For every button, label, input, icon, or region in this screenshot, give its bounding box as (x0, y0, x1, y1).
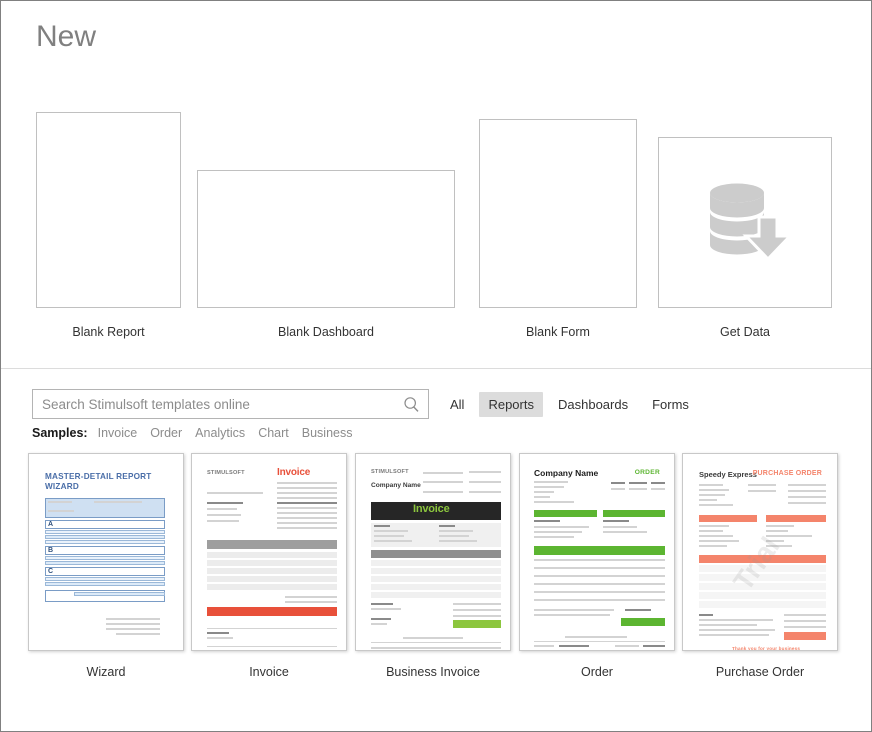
invoice-row (207, 552, 337, 558)
samples-label: Samples: (32, 426, 88, 440)
order-bill-to-header (534, 510, 597, 517)
new-card-label: Blank Report (72, 325, 145, 339)
invoice-logo: STIMULSOFT (207, 470, 245, 476)
template-thumbnail[interactable]: STIMULSOFT Company Name Invoice (355, 453, 511, 651)
sample-link-analytics[interactable]: Analytics (195, 426, 245, 440)
wizard-row (45, 582, 165, 586)
search-row: All Reports Dashboards Forms (1, 389, 871, 421)
template-thumbnail[interactable]: MASTER-DETAIL REPORT WIZARD A B C (28, 453, 184, 651)
invoice-heading: Invoice (277, 467, 311, 478)
blank-report-preview[interactable] (36, 112, 181, 308)
template-thumbnail[interactable]: STIMULSOFT Invoice (191, 453, 347, 651)
business-invoice-row (371, 584, 501, 590)
template-thumbnail[interactable]: Speedy Express PURCHASE ORDER Thank you … (682, 453, 838, 651)
wizard-group-c: C (45, 567, 165, 576)
purchase-order-company: Speedy Express (699, 470, 757, 479)
templates-grid: MASTER-DETAIL REPORT WIZARD A B C Wizard… (1, 453, 871, 693)
wizard-heading-line2: WIZARD (45, 482, 79, 491)
filter-tabs: All Reports Dashboards Forms (441, 390, 704, 418)
business-invoice-company: Company Name (371, 482, 421, 489)
purchase-order-total-bar (784, 632, 826, 640)
template-label: Order (581, 665, 613, 679)
new-card-blank-report[interactable]: Blank Report (36, 101, 181, 351)
wizard-heading-line1: MASTER-DETAIL REPORT (45, 472, 152, 481)
template-card-order[interactable]: Company Name ORDER Order (519, 453, 675, 679)
invoice-row (207, 560, 337, 566)
business-invoice-logo: STIMULSOFT (371, 469, 409, 475)
business-invoice-total-bar (453, 620, 501, 628)
new-card-label: Get Data (719, 325, 771, 339)
order-table-header (534, 546, 665, 555)
template-label: Purchase Order (715, 665, 805, 679)
business-invoice-row (371, 592, 501, 598)
purchase-order-footer-note: Thank you for your business (732, 646, 801, 651)
template-card-wizard[interactable]: MASTER-DETAIL REPORT WIZARD A B C Wizard (28, 453, 184, 679)
samples-row: Samples: Invoice Order Analytics Chart B… (32, 426, 366, 444)
wizard-group-b: B (45, 546, 165, 555)
new-card-blank-form[interactable]: Blank Form (479, 101, 637, 351)
business-invoice-row (371, 576, 501, 582)
new-card-blank-dashboard[interactable]: Blank Dashboard (197, 101, 455, 351)
purchase-order-ship-to-header (766, 515, 826, 522)
sample-link-chart[interactable]: Chart (258, 426, 289, 440)
filter-tab-reports[interactable]: Reports (479, 391, 543, 417)
invoice-row (207, 568, 337, 574)
order-heading: ORDER (634, 469, 660, 476)
template-card-purchase-order[interactable]: Speedy Express PURCHASE ORDER Thank you … (682, 453, 838, 679)
get-data-preview[interactable] (658, 137, 832, 308)
wizard-row (45, 577, 165, 581)
filter-tab-dashboards[interactable]: Dashboards (549, 392, 637, 417)
template-label: Invoice (249, 665, 289, 679)
template-thumbnail[interactable]: Company Name ORDER (519, 453, 675, 651)
wizard-row (45, 540, 165, 544)
section-divider (1, 368, 871, 369)
template-label: Business Invoice (386, 665, 480, 679)
blank-form-preview[interactable] (479, 119, 637, 308)
new-card-get-data[interactable]: Get Data (658, 101, 832, 351)
wizard-row (45, 556, 165, 560)
business-invoice-row (371, 560, 501, 566)
new-report-window: New Blank Report Blank Dashboard Blank F… (0, 0, 872, 732)
purchase-order-row (699, 592, 826, 599)
business-invoice-heading: Invoice (413, 503, 450, 515)
sample-link-order[interactable]: Order (150, 426, 182, 440)
new-card-label: Blank Dashboard (278, 325, 374, 339)
new-card-label: Blank Form (526, 325, 590, 339)
invoice-row (207, 576, 337, 582)
filter-tab-all[interactable]: All (441, 392, 473, 417)
page-title: New (36, 20, 97, 53)
purchase-order-row (699, 601, 826, 608)
template-card-invoice[interactable]: STIMULSOFT Invoice Invoice (191, 453, 347, 679)
search-box[interactable] (32, 389, 429, 419)
invoice-table-header (207, 540, 337, 549)
invoice-total-bar (207, 607, 337, 616)
order-company: Company Name (534, 468, 599, 478)
search-input[interactable] (42, 390, 402, 418)
new-items-section: Blank Report Blank Dashboard Blank Form … (1, 101, 871, 361)
wizard-row (45, 530, 165, 534)
business-invoice-table-header (371, 550, 501, 558)
template-card-business-invoice[interactable]: STIMULSOFT Company Name Invoice Business… (355, 453, 511, 679)
purchase-order-bill-to-header (699, 515, 757, 522)
sample-link-business[interactable]: Business (302, 426, 353, 440)
database-download-icon (710, 183, 791, 261)
sample-link-invoice[interactable]: Invoice (98, 426, 138, 440)
filter-tab-forms[interactable]: Forms (643, 392, 698, 417)
search-icon[interactable] (403, 396, 420, 413)
wizard-row (45, 561, 165, 565)
template-label: Wizard (86, 665, 126, 679)
purchase-order-heading: PURCHASE ORDER (752, 470, 822, 477)
wizard-group-a: A (45, 520, 165, 529)
invoice-row (207, 584, 337, 590)
blank-dashboard-preview[interactable] (197, 170, 455, 308)
business-invoice-row (371, 568, 501, 574)
purchase-order-row (699, 583, 826, 590)
wizard-row (45, 535, 165, 539)
order-ship-to-header (603, 510, 665, 517)
order-total-bar (621, 618, 665, 626)
